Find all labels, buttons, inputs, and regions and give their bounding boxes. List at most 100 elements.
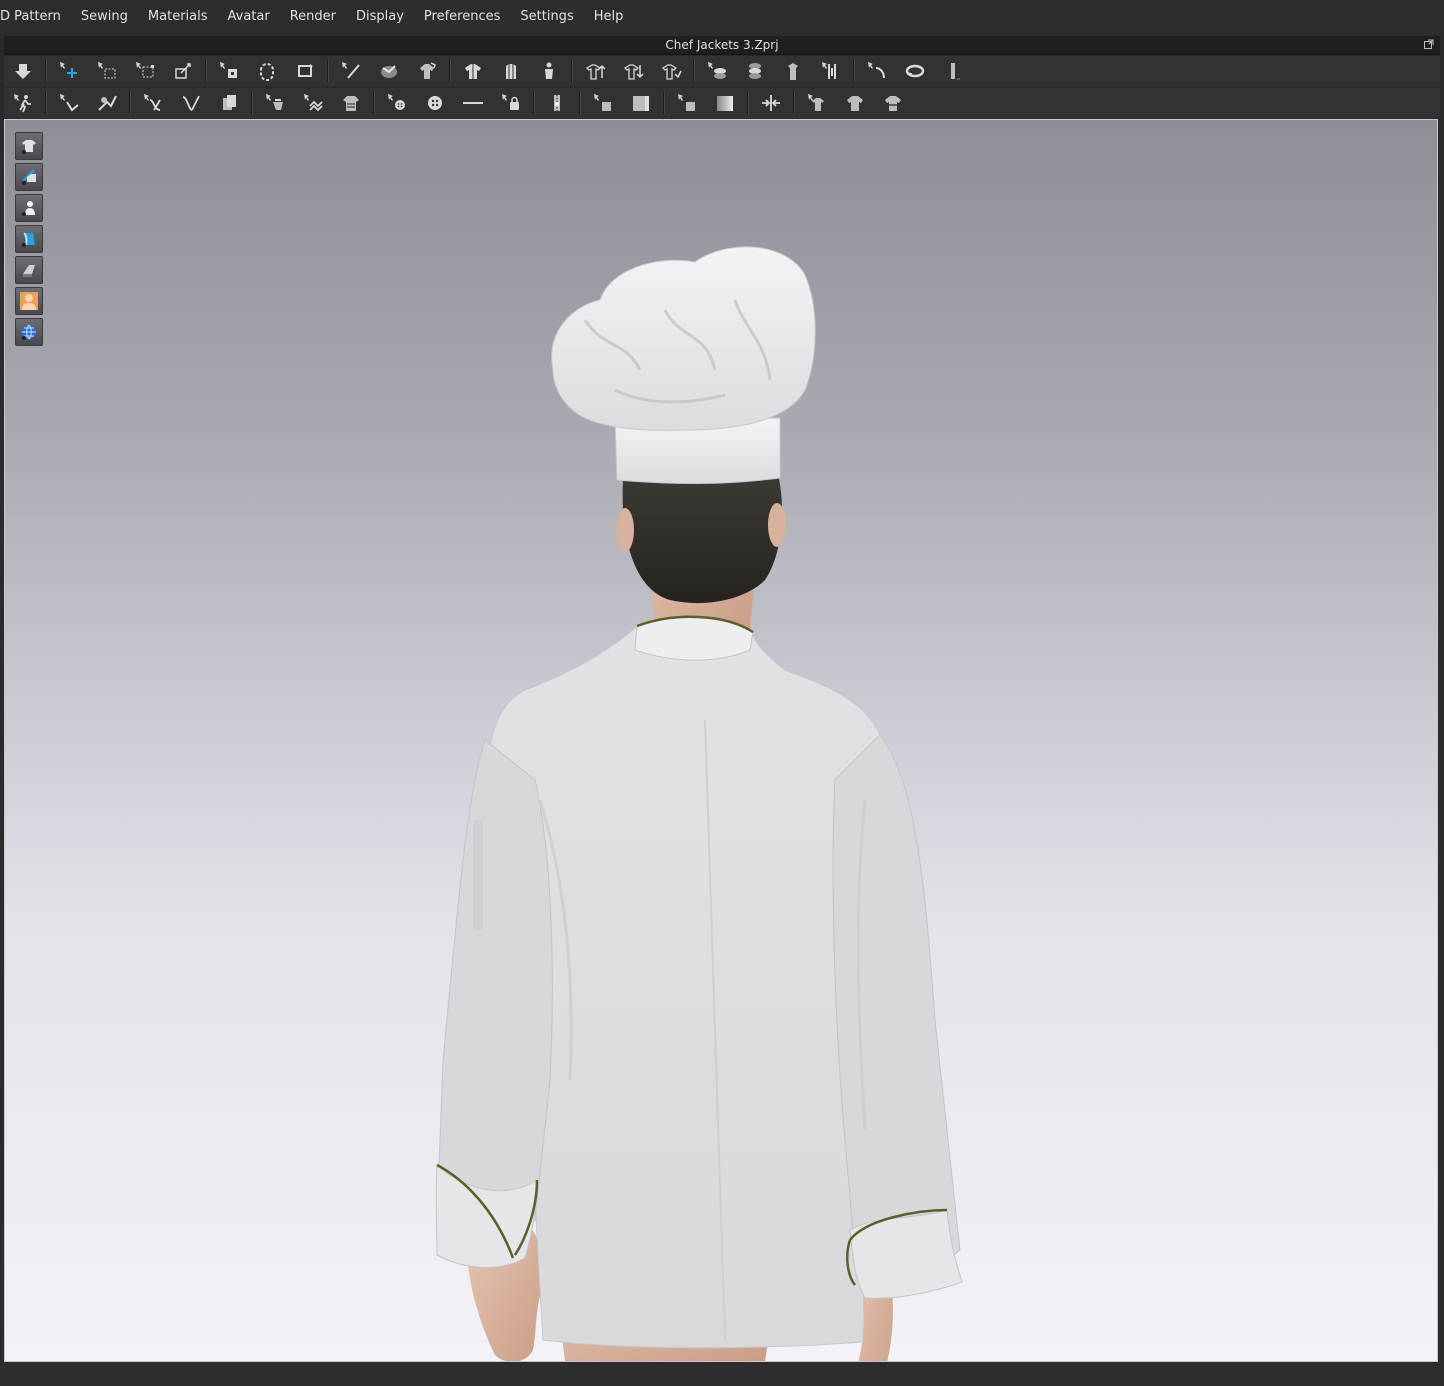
3d-garment-viewport[interactable] — [4, 119, 1438, 1362]
line-button[interactable] — [458, 90, 488, 116]
surface-display-button[interactable] — [15, 256, 43, 284]
gradient-icon — [717, 96, 733, 111]
lower-button[interactable] — [618, 58, 648, 84]
garment-display-button[interactable] — [15, 132, 43, 160]
toolbar-separator — [45, 92, 47, 114]
toolbar-separator — [793, 92, 795, 114]
toolbar-separator — [571, 60, 573, 82]
fold-down-icon — [15, 64, 31, 79]
measure-avatar-icon — [788, 62, 798, 80]
menu-2d-pattern[interactable]: D Pattern — [0, 0, 71, 34]
garment-back-button[interactable] — [496, 58, 526, 84]
window-titlebar: Chef Jackets 3.Zprj — [4, 36, 1440, 55]
avatar-display-icon — [22, 201, 35, 216]
orbit-button[interactable] — [290, 58, 320, 84]
measure-width-icon — [822, 62, 836, 79]
fit-icon — [266, 94, 283, 110]
measure-width-button[interactable] — [816, 58, 846, 84]
line-tool-button[interactable] — [138, 90, 168, 116]
vertical-ruler-button[interactable] — [938, 58, 968, 84]
box-select-button[interactable] — [92, 58, 122, 84]
garment-side-button[interactable] — [534, 58, 564, 84]
pin-button[interactable] — [168, 58, 198, 84]
shirring-icon — [343, 96, 359, 111]
lock-icon — [502, 94, 519, 110]
fabric-display-icon — [22, 232, 35, 247]
pressure-button[interactable] — [92, 90, 122, 116]
window-title: Chef Jackets 3.Zprj — [665, 38, 779, 52]
toolbar-separator — [579, 92, 581, 114]
avatar-skin-icon — [20, 292, 38, 310]
zipper-button[interactable] — [542, 90, 572, 116]
toolbar-separator — [327, 60, 329, 82]
viewport-display-toolbar — [15, 132, 43, 349]
tack-button[interactable] — [374, 58, 404, 84]
garment-front-button[interactable] — [458, 58, 488, 84]
fit-arrows-button[interactable] — [756, 90, 786, 116]
texture-large-button[interactable] — [626, 90, 656, 116]
fold-garment-button[interactable] — [412, 58, 442, 84]
arrange-points-button[interactable] — [656, 58, 686, 84]
buttonhole-tool-button[interactable] — [420, 90, 450, 116]
transform-icon — [136, 62, 154, 78]
fold-down-button[interactable] — [8, 58, 38, 84]
shirt-icon — [847, 96, 863, 111]
ruler-button[interactable] — [900, 58, 930, 84]
avatar-in-chef-jacket[interactable] — [425, 180, 985, 1361]
vertical-ruler-icon — [951, 63, 960, 80]
shirring-button[interactable] — [336, 90, 366, 116]
pin-icon — [175, 63, 191, 79]
line-check-button[interactable] — [176, 90, 206, 116]
orbit-icon — [298, 64, 313, 77]
layer-down-button[interactable] — [740, 58, 770, 84]
button-tool-button[interactable] — [382, 90, 412, 116]
line-check-icon — [182, 95, 200, 111]
menu-preferences[interactable]: Preferences — [414, 0, 510, 34]
shirt-button[interactable] — [840, 90, 870, 116]
layer-up-button[interactable] — [702, 58, 732, 84]
strain-button[interactable] — [54, 90, 84, 116]
avatar-skin-button[interactable] — [15, 287, 43, 315]
copy-button[interactable] — [214, 90, 244, 116]
lift-button[interactable] — [580, 58, 610, 84]
puckering-button[interactable] — [298, 90, 328, 116]
garment-texture-icon — [22, 169, 36, 185]
walk-avatar-button[interactable] — [8, 90, 38, 116]
toolbar-separator — [45, 60, 47, 82]
tape-button[interactable] — [862, 58, 892, 84]
texture-small-button[interactable] — [588, 90, 618, 116]
garment-texture-button[interactable] — [15, 163, 43, 191]
shirt-flip-button[interactable] — [878, 90, 908, 116]
rearrange-icon — [260, 63, 274, 81]
globe-display-button[interactable] — [15, 318, 43, 346]
measure-avatar-button[interactable] — [778, 58, 808, 84]
rearrange-button[interactable] — [252, 58, 282, 84]
line-icon — [463, 102, 483, 104]
toolbar-separator — [129, 92, 131, 114]
gradient-button[interactable] — [710, 90, 740, 116]
buttonhole-icon — [428, 96, 442, 110]
menu-render[interactable]: Render — [280, 0, 346, 34]
toolbar-3d-row-1 — [4, 56, 1440, 86]
button-icon — [388, 94, 405, 110]
detach-window-icon[interactable] — [1424, 39, 1434, 49]
menu-avatar[interactable]: Avatar — [218, 0, 280, 34]
fit-button[interactable] — [260, 90, 290, 116]
menu-settings[interactable]: Settings — [510, 0, 583, 34]
shirt-hanger-button[interactable] — [802, 90, 832, 116]
avatar-display-button[interactable] — [15, 194, 43, 222]
transform-button[interactable] — [130, 58, 160, 84]
surface-button[interactable] — [672, 90, 702, 116]
fabric-display-button[interactable] — [15, 225, 43, 253]
needle-button[interactable] — [336, 58, 366, 84]
menu-help[interactable]: Help — [584, 0, 634, 34]
puckering-icon — [304, 94, 323, 112]
walk-avatar-icon — [14, 94, 31, 113]
lock-button[interactable] — [496, 90, 526, 116]
menu-materials[interactable]: Materials — [138, 0, 218, 34]
arrange-button[interactable] — [214, 58, 244, 84]
shirt-hanger-icon — [808, 94, 824, 111]
menu-sewing[interactable]: Sewing — [71, 0, 138, 34]
select-move-button[interactable] — [54, 58, 84, 84]
menu-display[interactable]: Display — [346, 0, 414, 34]
